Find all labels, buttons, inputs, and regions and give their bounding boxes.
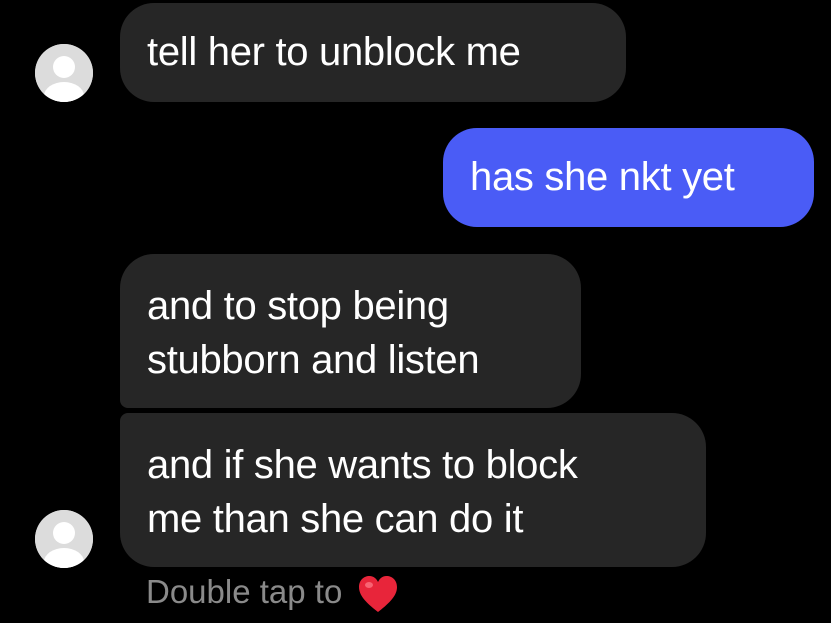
heart-icon [357, 574, 399, 623]
contact-avatar[interactable] [35, 44, 93, 102]
default-avatar-icon [35, 510, 93, 568]
incoming-message-bubble[interactable]: tell her to unblock me [120, 3, 626, 102]
incoming-message-bubble[interactable]: and to stop being stubborn and listen [120, 254, 581, 408]
contact-avatar[interactable] [35, 510, 93, 568]
double-tap-hint: Double tap to [146, 572, 399, 623]
default-avatar-icon [35, 44, 93, 102]
double-tap-hint-text: Double tap to [146, 573, 343, 610]
incoming-message-bubble[interactable]: and if she wants to block me than she ca… [120, 413, 706, 567]
outgoing-message-bubble[interactable]: has she nkt yet [443, 128, 814, 227]
